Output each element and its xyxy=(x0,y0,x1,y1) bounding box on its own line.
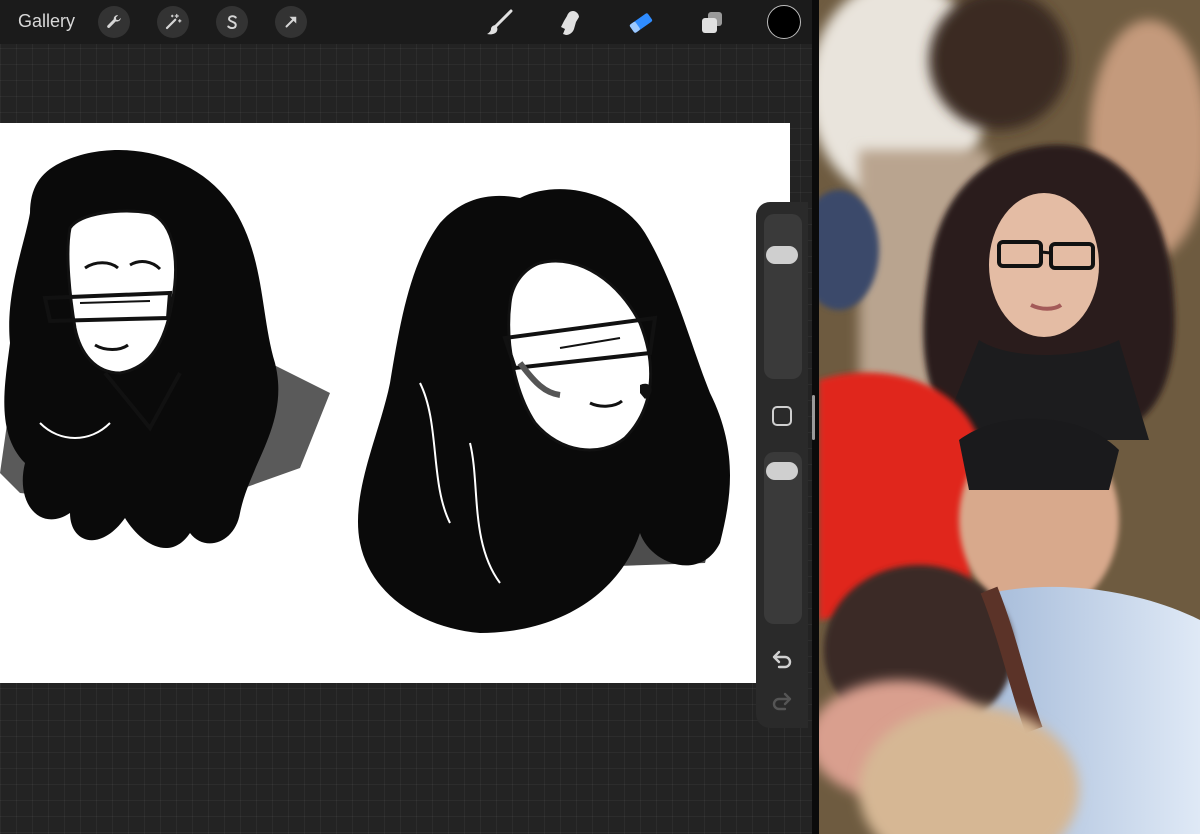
smudge-tool[interactable] xyxy=(553,6,587,40)
sketch-artwork xyxy=(0,150,730,634)
gallery-button[interactable]: Gallery xyxy=(18,11,75,32)
tool-sidebar xyxy=(756,202,808,728)
brush-size-slider[interactable] xyxy=(764,214,802,379)
undo-icon xyxy=(772,650,792,669)
adjustments-button[interactable] xyxy=(157,6,189,38)
layers-icon xyxy=(702,12,722,33)
transform-arrow-icon xyxy=(285,16,297,28)
right-portrait-sketch xyxy=(357,189,730,634)
eraser-icon xyxy=(629,13,653,33)
redo-icon xyxy=(772,692,792,711)
redo-button[interactable] xyxy=(770,690,794,717)
procreate-app: Gallery xyxy=(0,0,812,834)
opacity-slider[interactable] xyxy=(764,452,802,624)
undo-button[interactable] xyxy=(770,648,794,675)
wrench-icon xyxy=(107,15,121,28)
reference-photo xyxy=(819,0,1200,834)
brush-size-thumb[interactable] xyxy=(766,246,798,264)
top-toolbar: Gallery xyxy=(0,0,812,44)
magic-wand-icon xyxy=(165,13,182,30)
modify-button[interactable] xyxy=(772,406,792,426)
brush-icon xyxy=(487,9,513,35)
smudge-icon xyxy=(561,11,579,35)
layers-tool[interactable] xyxy=(695,6,729,40)
transform-button[interactable] xyxy=(275,6,307,38)
selection-icon xyxy=(227,15,237,29)
brush-tool[interactable] xyxy=(482,6,516,40)
color-picker-button[interactable] xyxy=(767,5,801,39)
drawing-canvas[interactable] xyxy=(0,123,790,683)
left-portrait-sketch xyxy=(0,150,330,549)
selection-button[interactable] xyxy=(216,6,248,38)
eraser-tool[interactable] xyxy=(624,6,658,40)
actions-button[interactable] xyxy=(98,6,130,38)
reference-photo-image xyxy=(819,0,1200,834)
opacity-thumb[interactable] xyxy=(766,462,798,480)
split-view-handle[interactable] xyxy=(812,395,815,440)
